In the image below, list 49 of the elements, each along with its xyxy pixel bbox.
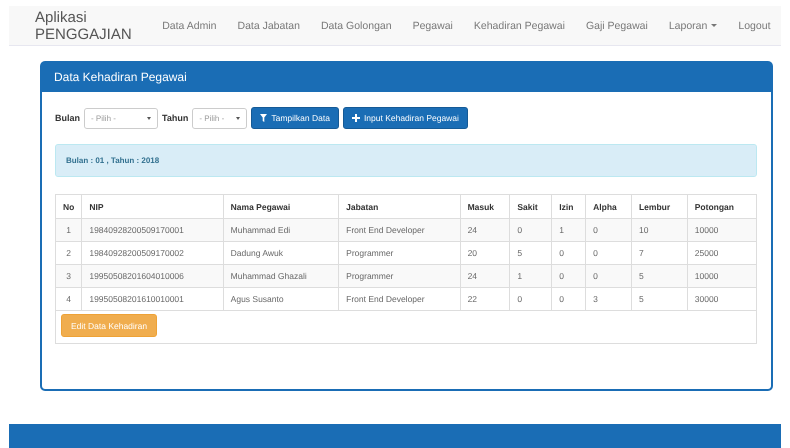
- table-cell: 3: [56, 264, 82, 288]
- table-cell: 5: [631, 288, 688, 310]
- dropdown-menu[interactable]: Laporan: [658, 20, 728, 32]
- caret-icon: [711, 24, 718, 27]
- caret-icon: [236, 116, 240, 120]
- table-cell: 19840928200509170001: [82, 218, 224, 242]
- table-cell: 1: [510, 264, 552, 288]
- table-cell: 0: [586, 218, 632, 242]
- table-cell: Agus Susanto: [223, 288, 339, 310]
- table-cell: 4: [56, 288, 82, 310]
- nav-link[interactable]: Gaji Pegawai: [575, 20, 658, 32]
- table-cell: Muhammad Ghazali: [223, 264, 339, 288]
- select-field[interactable]: - Pilih -: [84, 108, 158, 128]
- table-cell: 0: [510, 288, 552, 310]
- brand-title[interactable]: Aplikasi PENGGAJIAN: [35, 8, 134, 42]
- select-field[interactable]: - Pilih -: [192, 108, 248, 128]
- table-cell: 0: [552, 288, 586, 310]
- nav-link[interactable]: Data Jabatan: [226, 20, 310, 32]
- table-cell: 1: [552, 218, 586, 242]
- table-cell: Front End Developer: [338, 218, 460, 242]
- table-cell: Muhammad Edi: [223, 218, 339, 242]
- table-cell: 0: [552, 264, 586, 288]
- table-cell: 3: [586, 288, 632, 310]
- filter-label: Bulan: [55, 113, 80, 123]
- nav-link[interactable]: Data Admin: [152, 20, 227, 32]
- nav-link[interactable]: Kehadiran Pegawai: [463, 20, 576, 32]
- filter-label: Tahun: [162, 113, 188, 123]
- nav-link[interactable]: Pegawai: [402, 20, 464, 32]
- table-cell: 1: [56, 218, 82, 242]
- table-cell: 0: [586, 264, 632, 288]
- table-cell: 22: [460, 288, 510, 310]
- table-cell: Programmer: [338, 264, 460, 288]
- table-cell: 5: [631, 264, 688, 288]
- add-button[interactable]: Input Kehadiran Pegawai: [342, 107, 468, 129]
- nav-link[interactable]: Data Golongan: [310, 20, 402, 32]
- table-cell: 24: [460, 218, 510, 242]
- nav-link[interactable]: Logout: [728, 20, 781, 32]
- table-cell: 0: [510, 218, 552, 242]
- table-cell: 10: [631, 218, 688, 242]
- table-cell: 24: [460, 264, 510, 288]
- table-cell: Front End Developer: [338, 288, 460, 310]
- info-alert: Bulan : 01 , Tahun : 2018: [55, 144, 757, 177]
- caret-icon: [147, 116, 152, 120]
- plus-icon: [352, 114, 360, 122]
- table-cell: 19950508201610010001: [82, 288, 224, 310]
- filter-icon: [260, 114, 268, 122]
- panel-title: Data Kehadiran Pegawai: [42, 63, 771, 92]
- show-button[interactable]: Tampilkan Data: [251, 107, 339, 129]
- table-cell: 19950508201604010006: [82, 264, 224, 288]
